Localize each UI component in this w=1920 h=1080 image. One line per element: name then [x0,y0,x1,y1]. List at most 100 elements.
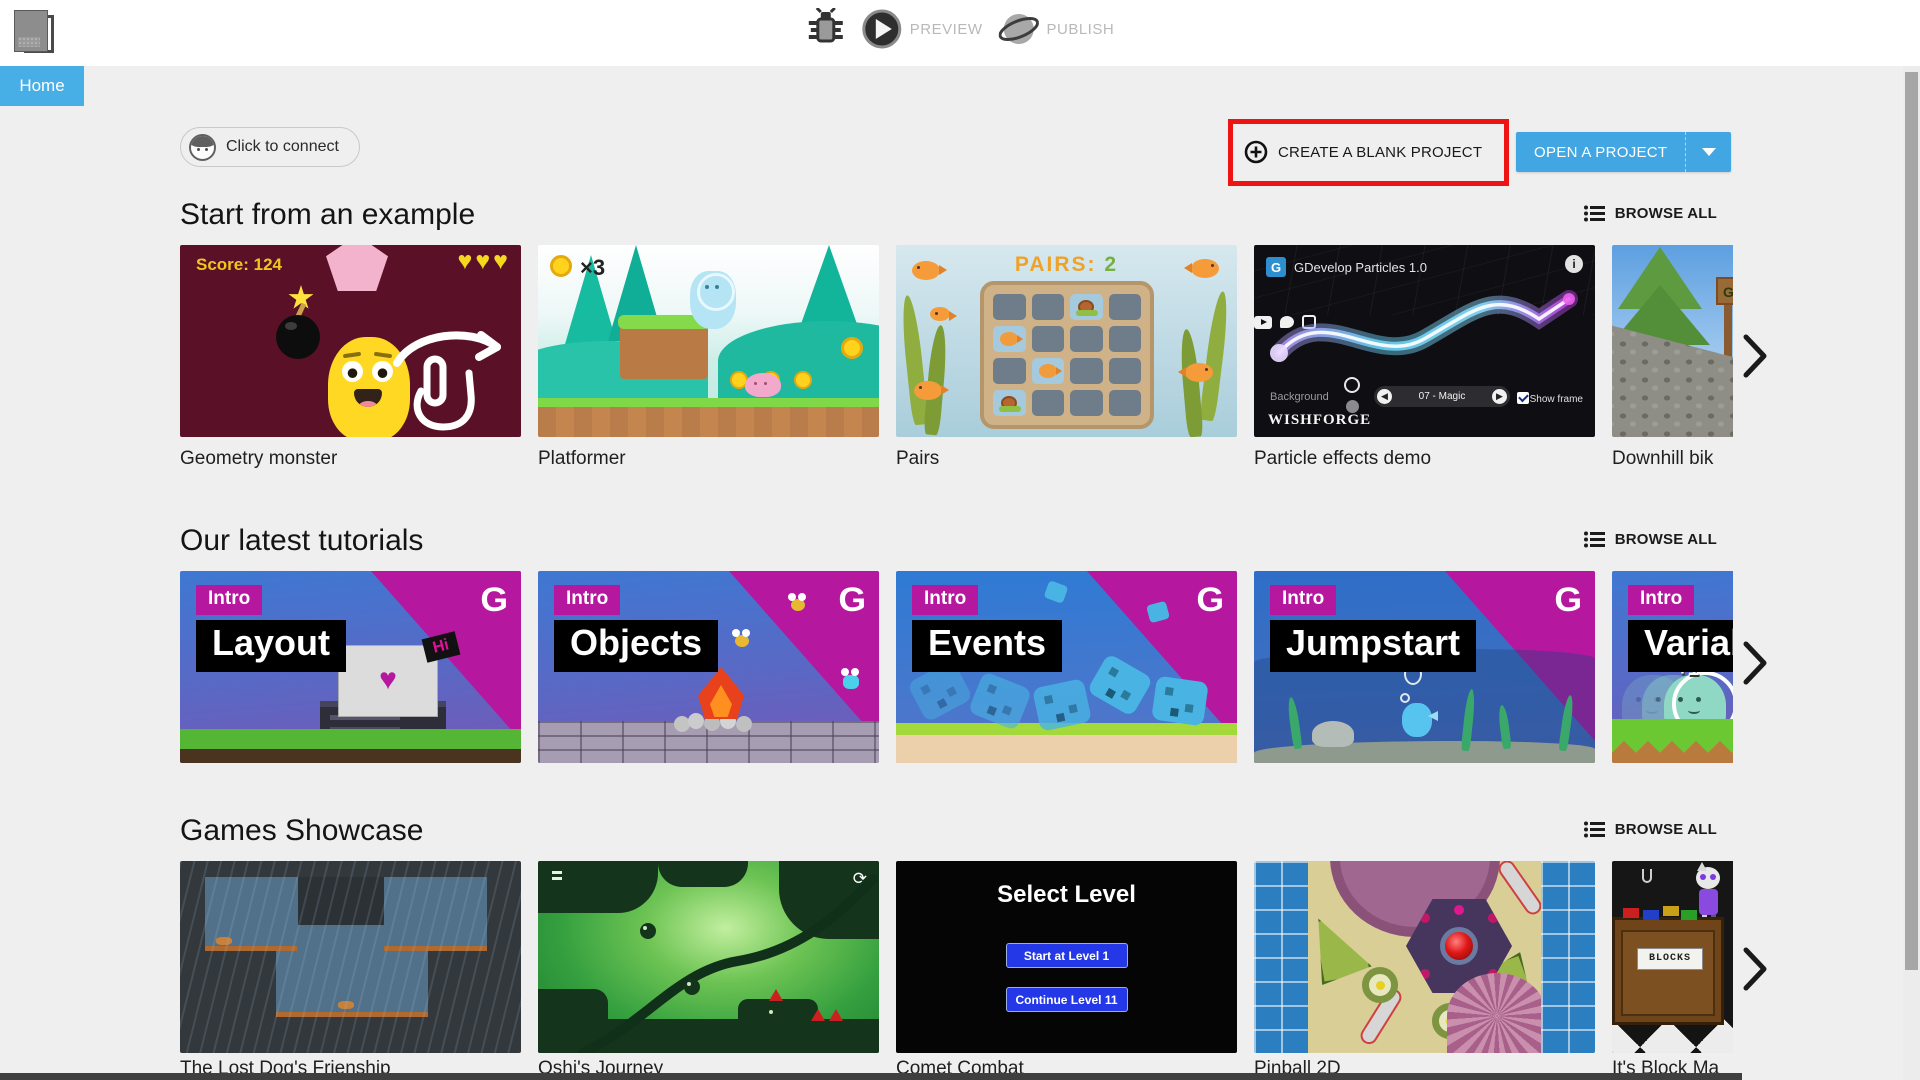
create-blank-project-button[interactable]: CREATE A BLANK PROJECT [1244,132,1482,172]
prev-arrow-icon: ◀ [1377,389,1392,404]
hud-marks [552,871,562,874]
tutorials-section-title: Our latest tutorials [180,524,424,557]
score-text: Score: 124 [196,255,282,274]
tile-column [1254,861,1308,1053]
drawer: BLOCKS [1621,930,1715,1016]
intro-badge: Intro [912,585,979,615]
example-card-geometry-monster[interactable]: Score: 124 [180,245,521,437]
toy-blocks [1623,908,1639,918]
pink-fan [1447,973,1547,1053]
tumbling-sprite [1151,675,1209,727]
vertical-scrollbar[interactable] [1903,66,1920,1080]
rock [1312,721,1354,747]
preview-button[interactable]: PREVIEW [862,8,983,50]
tile-column [1541,861,1595,1053]
select-level-title: Select Level [997,881,1136,908]
fish-sprite [914,381,949,400]
showcase-browse-all-label: BROWSE ALL [1614,821,1717,838]
particle-trail [1270,290,1578,362]
project-manager-icon-front [14,10,48,52]
example-card-downhill[interactable]: G [1612,245,1733,437]
hook [1642,869,1652,883]
gdevelop-logo: G [837,581,866,619]
card-label: Downhill bik [1612,448,1714,469]
example-card-pairs[interactable]: PAIRS: 2 [896,245,1237,437]
open-project-dropdown[interactable] [1685,132,1731,172]
open-project-label: OPEN A PROJECT [1534,143,1668,161]
fish-sprite [1185,363,1213,382]
continue-level-button: Continue Level 11 [1005,987,1128,1012]
show-frame-checkbox [1517,392,1529,404]
next-arrow-icon: ▶ [1492,389,1507,404]
lane-guide [1495,861,1545,918]
brick-wall [538,721,879,763]
bubble [1400,693,1410,703]
examples-browse-all-label: BROWSE ALL [1614,205,1717,222]
editor-window [338,645,438,717]
bee-sprite [788,593,805,611]
red-spike [811,1009,825,1021]
project-manager-icon[interactable] [14,10,58,58]
intro-badge: Intro [1270,585,1337,615]
tab-home[interactable]: Home [0,66,84,106]
toolbar-center: PREVIEW PUBLISH [806,8,1114,50]
start-level-button: Start at Level 1 [1005,943,1128,968]
astronaut-character [690,271,736,329]
tutorial-card-events[interactable]: G Intro Events [896,571,1237,763]
berry [640,923,656,939]
tutorials-next-chevron[interactable] [1742,640,1768,686]
tutorial-card-layout[interactable]: G Hi Intro Layout [180,571,521,763]
list-icon [1583,821,1605,838]
debug-button[interactable] [806,8,846,50]
avatar-icon [189,133,216,161]
tutorial-card-objects[interactable]: G Intro Objects [538,571,879,763]
hill-shape [718,321,879,401]
blocks-label: BLOCKS [1637,948,1703,970]
showcase-card-oshi[interactable] [538,861,879,1053]
gdevelop-logo: G [1553,581,1582,619]
seaweed [1178,328,1204,437]
showcase-card-lost-dog[interactable] [180,861,521,1053]
gdevelop-home-screen: PREVIEW PUBLISH Home Click to connect CR… [0,0,1920,1080]
tutorials-browse-all-label: BROWSE ALL [1614,531,1717,548]
scrollbar-thumb[interactable] [1905,72,1918,970]
example-card-particle-effects[interactable]: G GDevelop Particles 1.0 Background [1254,245,1595,437]
layer-knob [1344,377,1360,393]
slime-sprite [745,373,781,397]
showcase-next-chevron[interactable] [1742,946,1768,992]
youtube-icon [1254,315,1272,329]
showcase-card-blocks[interactable]: BLOCKS [1612,861,1733,1053]
open-project-main[interactable]: OPEN A PROJECT [1516,132,1685,172]
connect-button[interactable]: Click to connect [180,127,360,167]
red-spike [769,989,783,1001]
tutorials-carousel: G Hi Intro Layout G Intro Objects G [180,571,1733,763]
examples-browse-all-button[interactable]: BROWSE ALL [1583,205,1717,222]
red-gem [1440,927,1478,965]
examples-next-chevron[interactable] [1742,333,1768,379]
tutorials-browse-all-button[interactable]: BROWSE ALL [1583,531,1717,548]
top-toolbar: PREVIEW PUBLISH [0,0,1920,66]
hearts-icon [457,247,511,276]
bomb [276,315,320,359]
slingshot [1311,911,1374,985]
tab-home-label: Home [19,76,65,95]
tutorial-card-jumpstart[interactable]: G Intro Jumpstart [1254,571,1595,763]
sand-floor [1254,741,1595,763]
publish-button[interactable]: PUBLISH [998,8,1114,50]
platform-block [618,315,710,379]
showcase-browse-all-button[interactable]: BROWSE ALL [1583,821,1717,838]
showcase-section-title: Games Showcase [180,814,424,847]
tutorial-card-variables[interactable]: G +1 Intro Variab [1612,571,1733,763]
dresser: BLOCKS [1612,908,1724,1025]
connect-label: Click to connect [226,138,339,155]
ground [1612,719,1733,763]
card-label: Platformer [538,448,626,469]
fish-sprite [930,307,957,321]
trail-sign: G [1716,277,1733,305]
showcase-card-comet[interactable]: Select Level Start at Level 1 Continue L… [896,861,1237,1053]
example-card-platformer[interactable]: ×3 [538,245,879,437]
bug-sprite [841,668,859,689]
showcase-card-pinball[interactable] [1254,861,1595,1053]
effect-name: 07 - Magic [1418,391,1466,402]
rain-overlay [180,861,521,1053]
